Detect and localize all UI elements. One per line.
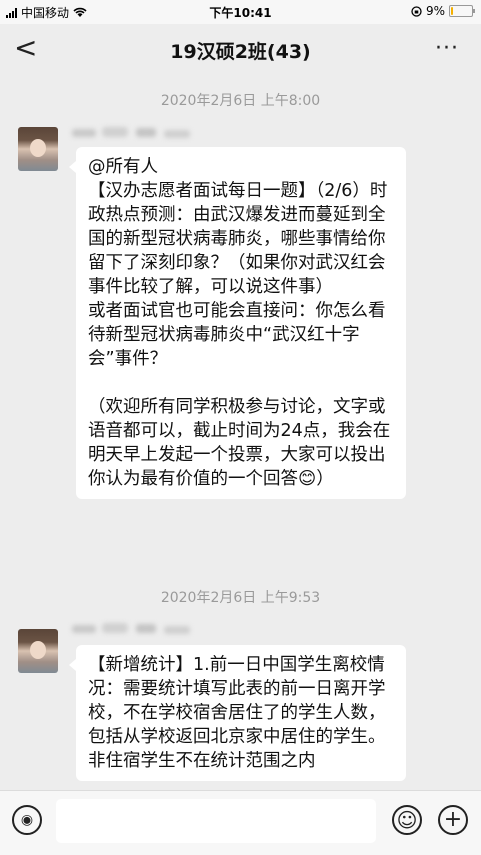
nav-bar: < 19汉硕2班(43) ··· bbox=[0, 24, 481, 74]
battery-fill bbox=[451, 7, 453, 15]
status-right: 9% bbox=[411, 4, 475, 18]
status-time: 下午10:41 bbox=[209, 6, 272, 20]
message-timestamp: 2020年2月6日 上午9:53 bbox=[160, 590, 321, 606]
message-bubble[interactable]: @所有人 【汉办志愿者面试每日一题】（2/6）时政热点预测：由武汉爆发进而蔓延到… bbox=[69, 147, 406, 499]
more-icon[interactable]: ··· bbox=[435, 36, 459, 61]
message-bubble[interactable]: 【新增统计】1.前一日中国学生离校情况：需要统计填写此表的前一日离开学校，不在学… bbox=[69, 645, 406, 781]
avatar[interactable] bbox=[18, 629, 58, 673]
sender-name-blurred bbox=[72, 622, 192, 638]
voice-icon[interactable]: ◉ bbox=[12, 805, 42, 835]
chat-area[interactable]: 2020年2月6日 上午8:00 @所有人 【汉办志愿者面试每日一题】（2/6）… bbox=[0, 74, 481, 790]
sender-name-blurred bbox=[72, 126, 192, 142]
message-timestamp: 2020年2月6日 上午8:00 bbox=[160, 93, 321, 109]
battery-icon bbox=[449, 5, 475, 17]
emoji-icon[interactable]: ☺ bbox=[392, 805, 422, 835]
input-bar: ◉ ☺ + bbox=[0, 790, 481, 855]
chat-title: 19汉硕2班(43) bbox=[170, 41, 311, 63]
battery-percent: 9% bbox=[425, 4, 445, 18]
plus-icon[interactable]: + bbox=[438, 805, 468, 835]
message-input[interactable] bbox=[56, 799, 376, 843]
avatar[interactable] bbox=[18, 127, 58, 171]
status-bar: 中国移动 下午10:41 9% bbox=[0, 0, 481, 24]
rotation-lock-icon bbox=[411, 5, 422, 17]
